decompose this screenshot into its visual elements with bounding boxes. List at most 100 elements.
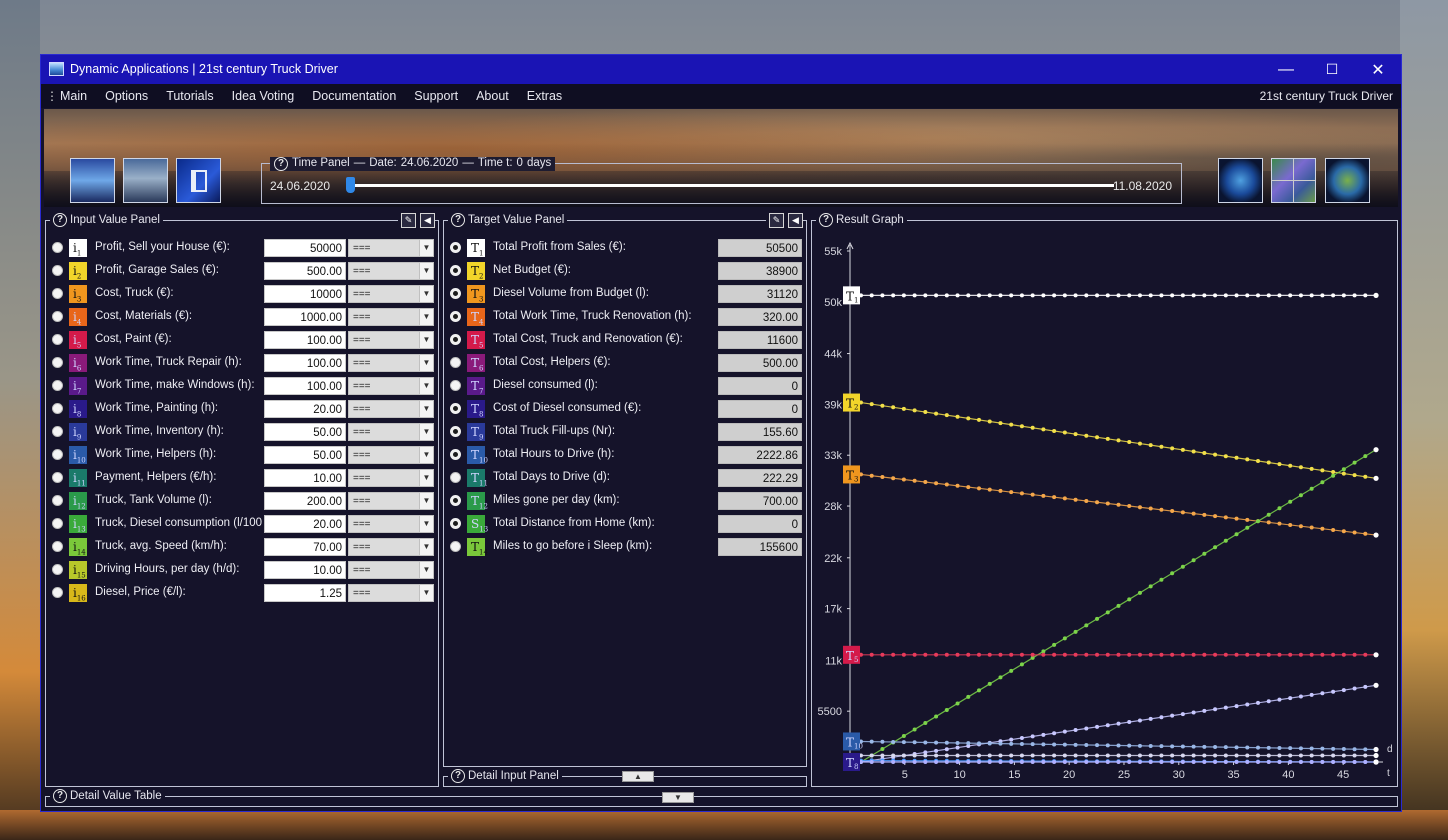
row-select-radio[interactable] [450,311,461,322]
earth-globe-button[interactable] [1218,158,1263,203]
input-value-field[interactable]: 1000.00 [264,308,346,326]
operator-select[interactable]: === ▼ [348,285,434,303]
row-select-radio[interactable] [450,472,461,483]
operator-select[interactable]: === ▼ [348,584,434,602]
expand-down-button[interactable]: ▼ [662,792,694,803]
operator-select[interactable]: === ▼ [348,239,434,257]
row-select-radio[interactable] [450,495,461,506]
row-select-radio[interactable] [52,495,63,506]
input-value-field[interactable]: 1.25 [264,584,346,602]
photo-grid-button[interactable] [1271,158,1316,203]
operator-select[interactable]: === ▼ [348,308,434,326]
input-value-field[interactable]: 100.00 [264,331,346,349]
input-value-field[interactable]: 100.00 [264,377,346,395]
input-value-field[interactable]: 200.00 [264,492,346,510]
operator-select[interactable]: === ▼ [348,469,434,487]
door-exit-button[interactable] [176,158,221,203]
time-slider-thumb[interactable] [346,177,355,193]
row-select-radio[interactable] [52,541,63,552]
row-select-radio[interactable] [52,518,63,529]
title-bar[interactable]: Dynamic Applications | 21st century Truc… [41,55,1401,84]
operator-select[interactable]: === ▼ [348,354,434,372]
input-value-field[interactable]: 100.00 [264,354,346,372]
row-select-radio[interactable] [450,403,461,414]
row-select-radio[interactable] [52,380,63,391]
row-select-radio[interactable] [450,288,461,299]
operator-select[interactable]: === ▼ [348,538,434,556]
time-slider-track[interactable] [346,184,1114,187]
operator-select[interactable]: === ▼ [348,561,434,579]
pier-image-button[interactable] [123,158,168,203]
operator-select[interactable]: === ▼ [348,446,434,464]
input-value-field[interactable]: 10000 [264,285,346,303]
row-select-radio[interactable] [450,449,461,460]
row-select-radio[interactable] [450,426,461,437]
row-select-radio[interactable] [52,449,63,460]
input-value-field[interactable]: 20.00 [264,400,346,418]
result-graph-chart[interactable]: 5500 11k 17k 22k 28k 33k 39k 44k 50k 55k 5 10 15 20 25… [812,221,1397,786]
input-value-field[interactable]: 10.00 [264,469,346,487]
expand-up-button[interactable]: ▲ [622,771,654,782]
row-select-radio[interactable] [450,541,461,552]
input-value-field[interactable]: 20.00 [264,515,346,533]
operator-select[interactable]: === ▼ [348,492,434,510]
input-value-field[interactable]: 50.00 [264,423,346,441]
row-select-radio[interactable] [450,380,461,391]
row-select-radio[interactable] [52,587,63,598]
series-point [1298,465,1303,470]
input-value-field[interactable]: 50000 [264,239,346,257]
operator-select[interactable]: === ▼ [348,423,434,441]
collapse-left-icon[interactable]: ◀ [788,213,803,228]
menu-item-extras[interactable]: Extras [527,89,562,103]
series-point [1352,460,1357,465]
row-select-radio[interactable] [52,311,63,322]
chevron-down-icon: ▼ [419,286,433,302]
menu-item-tutorials[interactable]: Tutorials [166,89,213,103]
row-select-radio[interactable] [450,357,461,368]
help-icon[interactable]: ? [53,789,67,803]
sea-image-button[interactable] [70,158,115,203]
menu-item-idea-voting[interactable]: Idea Voting [232,89,295,103]
help-icon[interactable]: ? [451,213,465,227]
row-select-radio[interactable] [450,265,461,276]
edit-pencil-icon[interactable]: ✎ [401,213,416,228]
row-select-radio[interactable] [52,357,63,368]
row-select-radio[interactable] [52,334,63,345]
row-select-radio[interactable] [52,288,63,299]
operator-select[interactable]: === ▼ [348,377,434,395]
row-select-radio[interactable] [52,426,63,437]
input-value-field[interactable]: 50.00 [264,446,346,464]
menu-item-options[interactable]: Options [105,89,148,103]
maximize-button[interactable]: ☐ [1309,55,1355,84]
operator-select[interactable]: === ▼ [348,515,434,533]
close-button[interactable]: ✕ [1355,55,1401,84]
minimize-button[interactable]: — [1263,55,1309,84]
row-select-radio[interactable] [450,518,461,529]
row-select-radio[interactable] [450,334,461,345]
row-select-radio[interactable] [52,564,63,575]
help-icon[interactable]: ? [274,157,288,171]
menu-item-support[interactable]: Support [414,89,458,103]
series-point [1363,531,1368,536]
series-point [1256,519,1261,524]
help-icon[interactable]: ? [451,769,465,783]
menu-item-about[interactable]: About [476,89,509,103]
input-value-field[interactable]: 10.00 [264,561,346,579]
input-value-field[interactable]: 500.00 [264,262,346,280]
row-select-radio[interactable] [450,242,461,253]
row-select-radio[interactable] [52,265,63,276]
row-select-radio[interactable] [52,472,63,483]
row-select-radio[interactable] [52,403,63,414]
help-icon[interactable]: ? [53,213,67,227]
menu-item-documentation[interactable]: Documentation [312,89,396,103]
edit-pencil-icon[interactable]: ✎ [769,213,784,228]
row-select-radio[interactable] [52,242,63,253]
menu-item-main[interactable]: Main [60,89,87,103]
input-value-field[interactable]: 70.00 [264,538,346,556]
globe-map-button[interactable] [1325,158,1370,203]
series-point [1223,760,1228,764]
operator-select[interactable]: === ▼ [348,262,434,280]
operator-select[interactable]: === ▼ [348,331,434,349]
operator-select[interactable]: === ▼ [348,400,434,418]
collapse-left-icon[interactable]: ◀ [420,213,435,228]
